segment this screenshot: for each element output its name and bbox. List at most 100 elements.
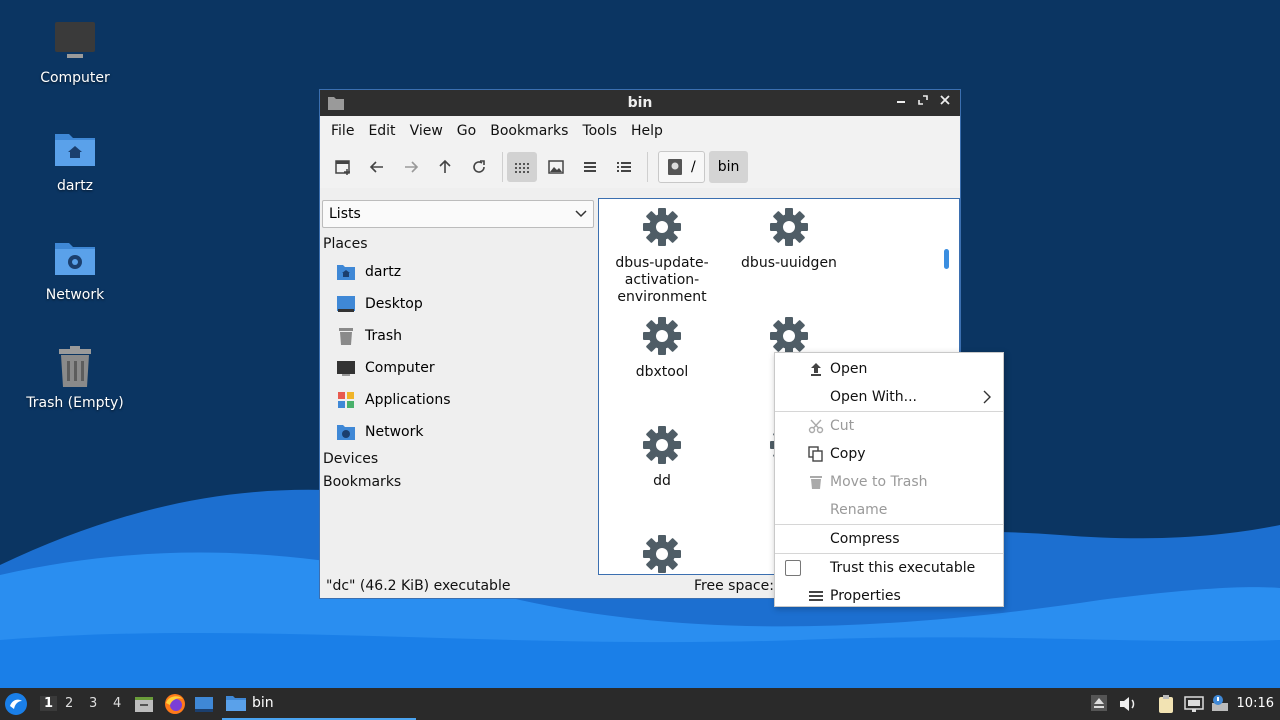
- sidebar-item-trash[interactable]: Trash: [320, 320, 597, 352]
- forward-button[interactable]: [396, 152, 426, 182]
- compact-list-icon: [584, 162, 596, 172]
- file-item[interactable]: dbus-uuidgen: [727, 207, 851, 272]
- menu-view[interactable]: View: [403, 123, 450, 139]
- file-name: dbus-uuidgen: [741, 255, 837, 271]
- gear-icon: [643, 208, 681, 246]
- menu-item-move-to-trash[interactable]: Move to Trash: [775, 468, 1003, 496]
- menu-file[interactable]: File: [324, 123, 361, 139]
- taskbar-task-bin[interactable]: bin: [222, 688, 416, 720]
- menu-item-label: Properties: [830, 588, 901, 604]
- arrow-left-icon: [369, 161, 383, 173]
- window-titlebar[interactable]: bin: [320, 90, 960, 116]
- close-button[interactable]: [936, 93, 954, 111]
- quicklaunch-desktop[interactable]: [194, 694, 214, 718]
- sidebar-mode-value: Lists: [329, 206, 361, 222]
- sidebar-item-dartz[interactable]: dartz: [320, 256, 597, 288]
- clock[interactable]: 10:16: [1237, 696, 1274, 711]
- trust-checkbox[interactable]: [785, 560, 801, 576]
- sidebar-item-label: Desktop: [365, 296, 423, 312]
- toolbar: / bin: [320, 146, 960, 188]
- quicklaunch-firefox[interactable]: [164, 693, 186, 719]
- gear-icon: [643, 317, 681, 355]
- menu-item-rename[interactable]: Rename: [775, 496, 1003, 524]
- menu-item-properties[interactable]: Properties: [775, 582, 1003, 610]
- detailed-view-button[interactable]: [609, 152, 639, 182]
- menu-item-trust-executable[interactable]: Trust this executable: [775, 554, 1003, 582]
- sidebar-item-label: dartz: [365, 264, 402, 280]
- scrollbar-thumb[interactable]: [944, 249, 949, 269]
- thumbnail-view-button[interactable]: [541, 152, 571, 182]
- reload-icon: [473, 160, 485, 173]
- file-name: dbus-update-activation-environment: [615, 255, 709, 305]
- toolbar-separator: [502, 152, 503, 182]
- tray-volume[interactable]: [1118, 694, 1138, 714]
- path-current-button[interactable]: bin: [708, 151, 749, 183]
- menu-tools[interactable]: Tools: [575, 123, 624, 139]
- bookmarks-header[interactable]: Bookmarks: [320, 471, 597, 494]
- workspace-1[interactable]: 1: [40, 696, 58, 711]
- lubuntu-logo-icon: [5, 693, 27, 715]
- reload-button[interactable]: [464, 152, 494, 182]
- icon-view-button[interactable]: [507, 152, 537, 182]
- menu-item-compress[interactable]: Compress: [775, 525, 1003, 553]
- new-tab-button[interactable]: [328, 152, 358, 182]
- start-menu-button[interactable]: [4, 692, 28, 716]
- sidebar-item-label: Applications: [365, 392, 451, 408]
- maximize-button[interactable]: [914, 93, 932, 111]
- scissors-icon: [808, 419, 824, 434]
- quicklaunch-file-manager[interactable]: [134, 694, 154, 718]
- computer-icon: [337, 359, 355, 377]
- menu-edit[interactable]: Edit: [361, 123, 402, 139]
- open-icon: [811, 363, 821, 376]
- menu-go[interactable]: Go: [450, 123, 483, 139]
- home-folder-icon: [53, 128, 97, 172]
- network-icon: [1184, 696, 1204, 712]
- devices-header[interactable]: Devices: [320, 448, 597, 471]
- menu-item-label: Move to Trash: [830, 474, 928, 490]
- file-name: dd: [653, 473, 671, 489]
- file-item[interactable]: dbus-update-activation-environment: [600, 207, 724, 306]
- copy-icon: [808, 446, 823, 462]
- menu-item-copy[interactable]: Copy: [775, 440, 1003, 468]
- file-name: dbxtool: [635, 364, 689, 380]
- minimize-button[interactable]: [892, 93, 910, 111]
- sidebar-item-network[interactable]: Network: [320, 416, 597, 448]
- sidebar-item-applications[interactable]: Applications: [320, 384, 597, 416]
- workspace-2[interactable]: 2: [65, 696, 73, 711]
- sidebar-mode-select[interactable]: Lists: [322, 200, 594, 228]
- tray-eject[interactable]: [1090, 694, 1110, 714]
- new-tab-icon: [335, 160, 350, 175]
- tray-notification[interactable]: [1210, 694, 1230, 714]
- sidebar-item-label: Computer: [365, 360, 435, 376]
- sidebar-item-desktop[interactable]: Desktop: [320, 288, 597, 320]
- places-header[interactable]: Places: [320, 233, 597, 256]
- path-root-button[interactable]: /: [658, 151, 705, 183]
- tray-clipboard[interactable]: [1156, 694, 1176, 714]
- desktop-icon-trash[interactable]: Trash (Empty): [10, 345, 140, 411]
- compact-view-button[interactable]: [575, 152, 605, 182]
- properties-icon: [809, 591, 823, 601]
- tray-network[interactable]: [1184, 694, 1204, 714]
- back-button[interactable]: [362, 152, 392, 182]
- file-item[interactable]: dd: [600, 425, 724, 490]
- file-item[interactable]: [600, 534, 724, 574]
- desktop-icon-computer[interactable]: Computer: [10, 20, 140, 86]
- toolbar-separator: [647, 152, 648, 182]
- desktop-icon-network[interactable]: Network: [10, 237, 140, 303]
- menu-item-cut[interactable]: Cut: [775, 412, 1003, 440]
- menu-item-open[interactable]: Open: [775, 355, 1003, 383]
- menu-item-label: Copy: [830, 446, 866, 462]
- workspace-3[interactable]: 3: [89, 696, 97, 711]
- folder-icon: [226, 696, 246, 711]
- sidebar-item-computer[interactable]: Computer: [320, 352, 597, 384]
- workspace-4[interactable]: 4: [113, 696, 121, 711]
- gear-icon: [643, 535, 681, 573]
- menu-bookmarks[interactable]: Bookmarks: [483, 123, 575, 139]
- file-item[interactable]: dbxtool: [600, 316, 724, 381]
- menu-bar: File Edit View Go Bookmarks Tools Help: [320, 116, 960, 146]
- desktop-icon-home[interactable]: dartz: [10, 128, 140, 194]
- menu-help[interactable]: Help: [624, 123, 670, 139]
- up-button[interactable]: [430, 152, 460, 182]
- sidebar-item-label: Network: [365, 424, 424, 440]
- menu-item-open-with[interactable]: Open With...: [775, 383, 1003, 411]
